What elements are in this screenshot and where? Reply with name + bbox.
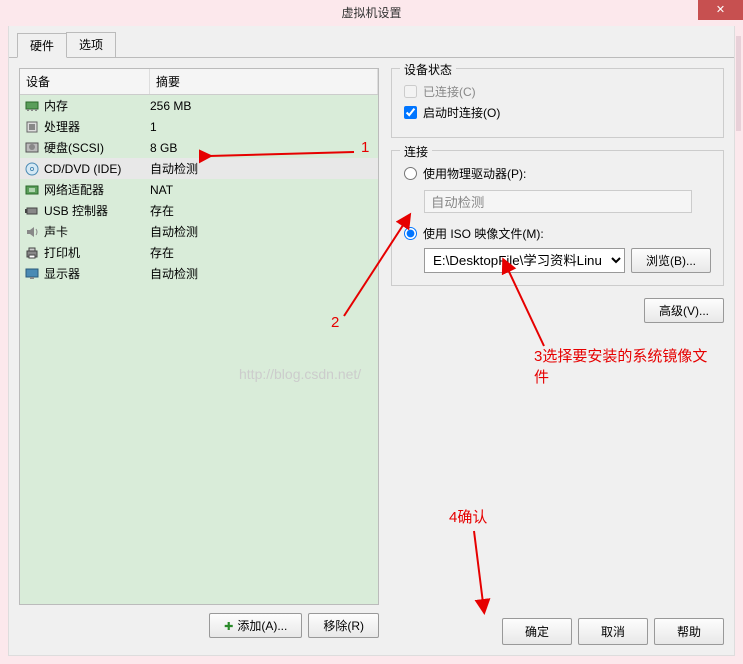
tab-options[interactable]: 选项	[66, 32, 116, 57]
device-summary: NAT	[150, 183, 374, 197]
device-name: 打印机	[44, 244, 80, 261]
ok-button[interactable]: 确定	[502, 618, 572, 645]
display-icon	[24, 267, 40, 281]
memory-icon	[24, 99, 40, 113]
device-row-disk[interactable]: 硬盘(SCSI) 8 GB	[20, 137, 378, 158]
iso-label: 使用 ISO 映像文件(M):	[423, 225, 544, 242]
device-row-nic[interactable]: 网络适配器 NAT	[20, 179, 378, 200]
header-summary: 摘要	[150, 69, 378, 94]
help-button[interactable]: 帮助	[654, 618, 724, 645]
window-title: 虚拟机设置	[341, 6, 401, 20]
device-row-cd[interactable]: CD/DVD (IDE) 自动检测	[20, 158, 378, 179]
iso-radio[interactable]	[404, 227, 417, 240]
device-name: CD/DVD (IDE)	[44, 162, 121, 176]
device-name: 显示器	[44, 265, 80, 282]
device-name: 网络适配器	[44, 181, 104, 198]
device-summary: 存在	[150, 244, 374, 261]
cd-icon	[24, 162, 40, 176]
cpu-icon	[24, 120, 40, 134]
connect-poweron-checkbox[interactable]	[404, 106, 417, 119]
decorative-strip	[736, 36, 741, 131]
device-row-sound[interactable]: 声卡 自动检测	[20, 221, 378, 242]
device-summary: 自动检测	[150, 223, 374, 240]
device-list: 设备 摘要 内存 256 MB 处理器 1 硬盘(SCSI) 8 GB CD/DVD (ID…	[19, 68, 379, 605]
device-row-memory[interactable]: 内存 256 MB	[20, 95, 378, 116]
connected-label: 已连接(C)	[423, 83, 476, 100]
device-name: USB 控制器	[44, 202, 108, 219]
advanced-button[interactable]: 高级(V)...	[644, 298, 724, 323]
device-summary: 存在	[150, 202, 374, 219]
connected-checkbox	[404, 85, 417, 98]
device-row-usb[interactable]: USB 控制器 存在	[20, 200, 378, 221]
physical-radio[interactable]	[404, 167, 417, 180]
disk-icon	[24, 141, 40, 155]
device-summary: 自动检测	[150, 160, 374, 177]
device-row-cpu[interactable]: 处理器 1	[20, 116, 378, 137]
connection-legend: 连接	[400, 143, 432, 160]
device-name: 内存	[44, 97, 68, 114]
device-name: 处理器	[44, 118, 80, 135]
close-button[interactable]: ✕	[698, 0, 743, 20]
cancel-button[interactable]: 取消	[578, 618, 648, 645]
sound-icon	[24, 225, 40, 239]
device-summary: 1	[150, 120, 374, 134]
device-summary: 8 GB	[150, 141, 374, 155]
device-summary: 自动检测	[150, 265, 374, 282]
device-name: 声卡	[44, 223, 68, 240]
device-name: 硬盘(SCSI)	[44, 139, 104, 156]
connect-poweron-label: 启动时连接(O)	[423, 104, 500, 121]
device-row-printer[interactable]: 打印机 存在	[20, 242, 378, 263]
browse-button[interactable]: 浏览(B)...	[631, 248, 711, 273]
header-device: 设备	[20, 69, 150, 94]
iso-path-select[interactable]: E:\DesktopFile\学习资料Linu	[424, 248, 625, 273]
nic-icon	[24, 183, 40, 197]
device-status-group: 设备状态 已连接(C) 启动时连接(O)	[391, 68, 724, 138]
device-summary: 256 MB	[150, 99, 374, 113]
connection-group: 连接 使用物理驱动器(P): 使用 ISO 映像文件(M): E:\Deskto…	[391, 150, 724, 286]
status-legend: 设备状态	[400, 61, 456, 78]
tab-hardware[interactable]: 硬件	[17, 33, 67, 58]
physical-label: 使用物理驱动器(P):	[423, 165, 526, 182]
remove-button[interactable]: 移除(R)	[308, 613, 379, 638]
tab-bar: 硬件 选项	[9, 26, 734, 58]
add-button[interactable]: 添加(A)...	[209, 613, 302, 638]
device-row-display[interactable]: 显示器 自动检测	[20, 263, 378, 284]
usb-icon	[24, 204, 40, 218]
printer-icon	[24, 246, 40, 260]
list-header: 设备 摘要	[20, 69, 378, 95]
physical-drive-select	[424, 190, 692, 213]
